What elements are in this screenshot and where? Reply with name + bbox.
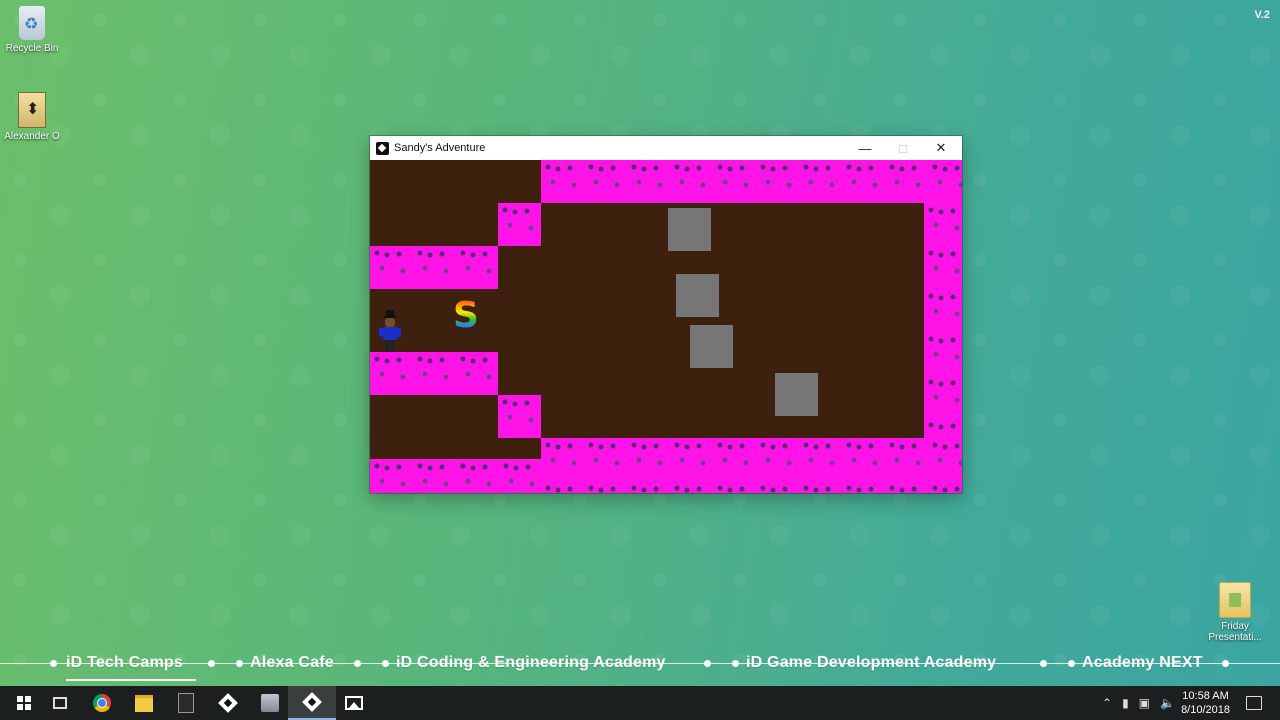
nav-dot [236, 660, 243, 667]
window-titlebar[interactable]: Sandy's Adventure — □ ✕ [370, 136, 962, 160]
wall-bottom [541, 438, 962, 493]
camp-nav-bar: iD Tech Camps Alexa Cafe iD Coding & Eng… [0, 652, 1280, 676]
nav-dot [354, 660, 361, 667]
gray-block [690, 325, 733, 368]
taskbar-game-engine[interactable] [204, 686, 252, 720]
gray-block [668, 208, 711, 251]
game-engine-icon [376, 141, 389, 155]
nav-dot [1040, 660, 1047, 667]
taskbar-epic-games[interactable] [162, 686, 210, 720]
file-explorer-icon [135, 694, 153, 712]
nav-dot [382, 660, 389, 667]
document-icon [18, 92, 46, 128]
desktop-icon-recycle-bin[interactable]: Recycle Bin [0, 6, 64, 54]
desktop-icon-friday-presentation[interactable]: Friday Presentati... [1203, 582, 1267, 643]
nav-dot [208, 660, 215, 667]
game-engine-icon [218, 693, 238, 713]
folder-icon [1219, 582, 1251, 618]
taskbar-photos[interactable] [330, 686, 378, 720]
wall-block [498, 395, 541, 438]
maximize-button[interactable]: □ [884, 136, 922, 160]
game-engine-icon [302, 692, 322, 712]
wall-right [924, 203, 962, 439]
chrome-icon [93, 694, 111, 712]
photos-icon [345, 696, 363, 710]
active-nav-underline [66, 679, 196, 681]
nav-dot [1222, 660, 1229, 667]
desktop-icon-label: Recycle Bin [5, 43, 59, 54]
taskbar-chrome[interactable] [78, 686, 126, 720]
wall-bottom-left [370, 459, 541, 493]
chevron-up-icon[interactable]: ⌃ [1102, 696, 1112, 710]
rainbow-s-collectible: S [453, 295, 479, 336]
start-icon [17, 696, 31, 710]
desktop-icon-label: Friday Presentati... [1208, 621, 1262, 643]
wall-block [498, 203, 541, 246]
task-view-icon [53, 697, 67, 709]
clock-time: 10:58 AM [1182, 690, 1229, 702]
nav-dot [704, 660, 711, 667]
desktop-icon-label: Alexander O [4, 131, 60, 142]
gray-block [676, 274, 719, 317]
nav-link-game-development-academy[interactable]: iD Game Development Academy [742, 654, 1000, 672]
nav-dot [732, 660, 739, 667]
window-title: Sandy's Adventure [394, 142, 486, 154]
game-window[interactable]: Sandy's Adventure — □ ✕ S [370, 136, 962, 493]
gray-block [775, 373, 818, 416]
nav-dot [1068, 660, 1075, 667]
system-tray: ⌃ ▮ ▣ 🔈 [1102, 686, 1175, 720]
task-view-button[interactable] [36, 686, 84, 720]
nav-link-academy-next[interactable]: Academy NEXT [1078, 654, 1207, 672]
battery-icon[interactable]: ▮ [1122, 696, 1129, 710]
taskbar-archive-app[interactable] [246, 686, 294, 720]
nav-link-id-tech-camps[interactable]: iD Tech Camps [62, 654, 187, 672]
network-icon[interactable]: ▣ [1139, 696, 1150, 710]
wall-top [541, 160, 962, 203]
taskbar-file-explorer[interactable] [120, 686, 168, 720]
nav-link-coding-engineering-academy[interactable]: iD Coding & Engineering Academy [392, 654, 670, 672]
epic-games-icon [178, 693, 194, 713]
close-button[interactable]: ✕ [922, 136, 960, 160]
recycle-bin-icon [19, 6, 45, 40]
wall-upper-ledge [370, 246, 498, 289]
nav-dot [50, 660, 57, 667]
player-character [379, 310, 401, 352]
clock-date: 8/10/2018 [1181, 704, 1230, 716]
taskbar-game-engine-active[interactable] [288, 686, 336, 720]
wall-lower-ledge [370, 352, 498, 395]
volume-icon[interactable]: 🔈 [1160, 696, 1175, 710]
desktop-icon-alexander[interactable]: Alexander O [0, 92, 64, 142]
version-label: V.2 [1254, 9, 1270, 21]
game-canvas[interactable]: S [370, 160, 962, 493]
nav-link-alexa-cafe[interactable]: Alexa Cafe [246, 654, 338, 672]
archive-app-icon [261, 694, 279, 712]
taskbar-clock[interactable]: 10:58 AM 8/10/2018 [1181, 689, 1230, 717]
taskbar: ⌃ ▮ ▣ 🔈 10:58 AM 8/10/2018 [0, 686, 1280, 720]
notification-icon[interactable] [1246, 696, 1262, 710]
minimize-button[interactable]: — [846, 136, 884, 160]
